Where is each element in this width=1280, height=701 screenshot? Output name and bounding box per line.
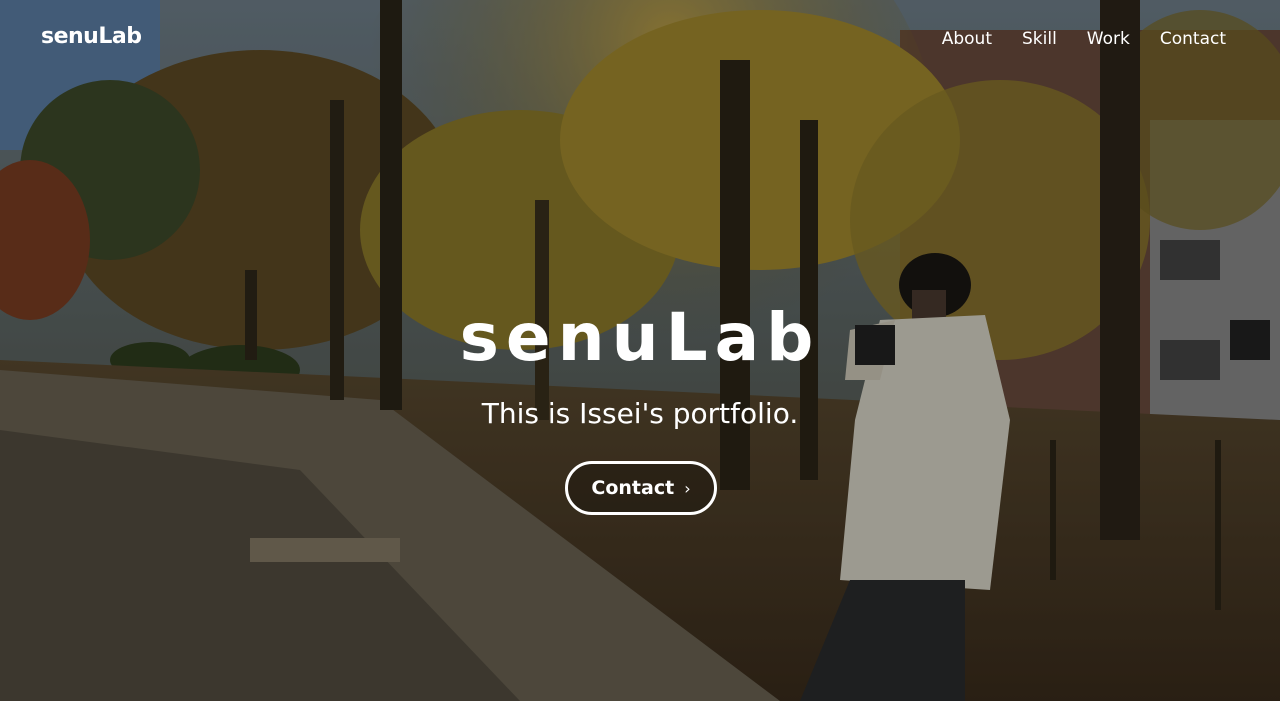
- hero-subtitle: This is Issei's portfolio.: [481, 397, 799, 430]
- nav-item-contact[interactable]: Contact: [1160, 29, 1226, 49]
- contact-button[interactable]: Contact ›: [565, 461, 717, 515]
- hero-title: senuLab: [459, 299, 821, 376]
- main-nav: About Skill Work Contact: [942, 29, 1226, 49]
- site-logo[interactable]: senuLab: [41, 24, 142, 49]
- nav-item-work[interactable]: Work: [1087, 29, 1130, 49]
- contact-button-label: Contact: [591, 477, 675, 499]
- nav-item-about[interactable]: About: [942, 29, 992, 49]
- nav-item-skill[interactable]: Skill: [1022, 29, 1057, 49]
- chevron-right-icon: ›: [684, 478, 691, 498]
